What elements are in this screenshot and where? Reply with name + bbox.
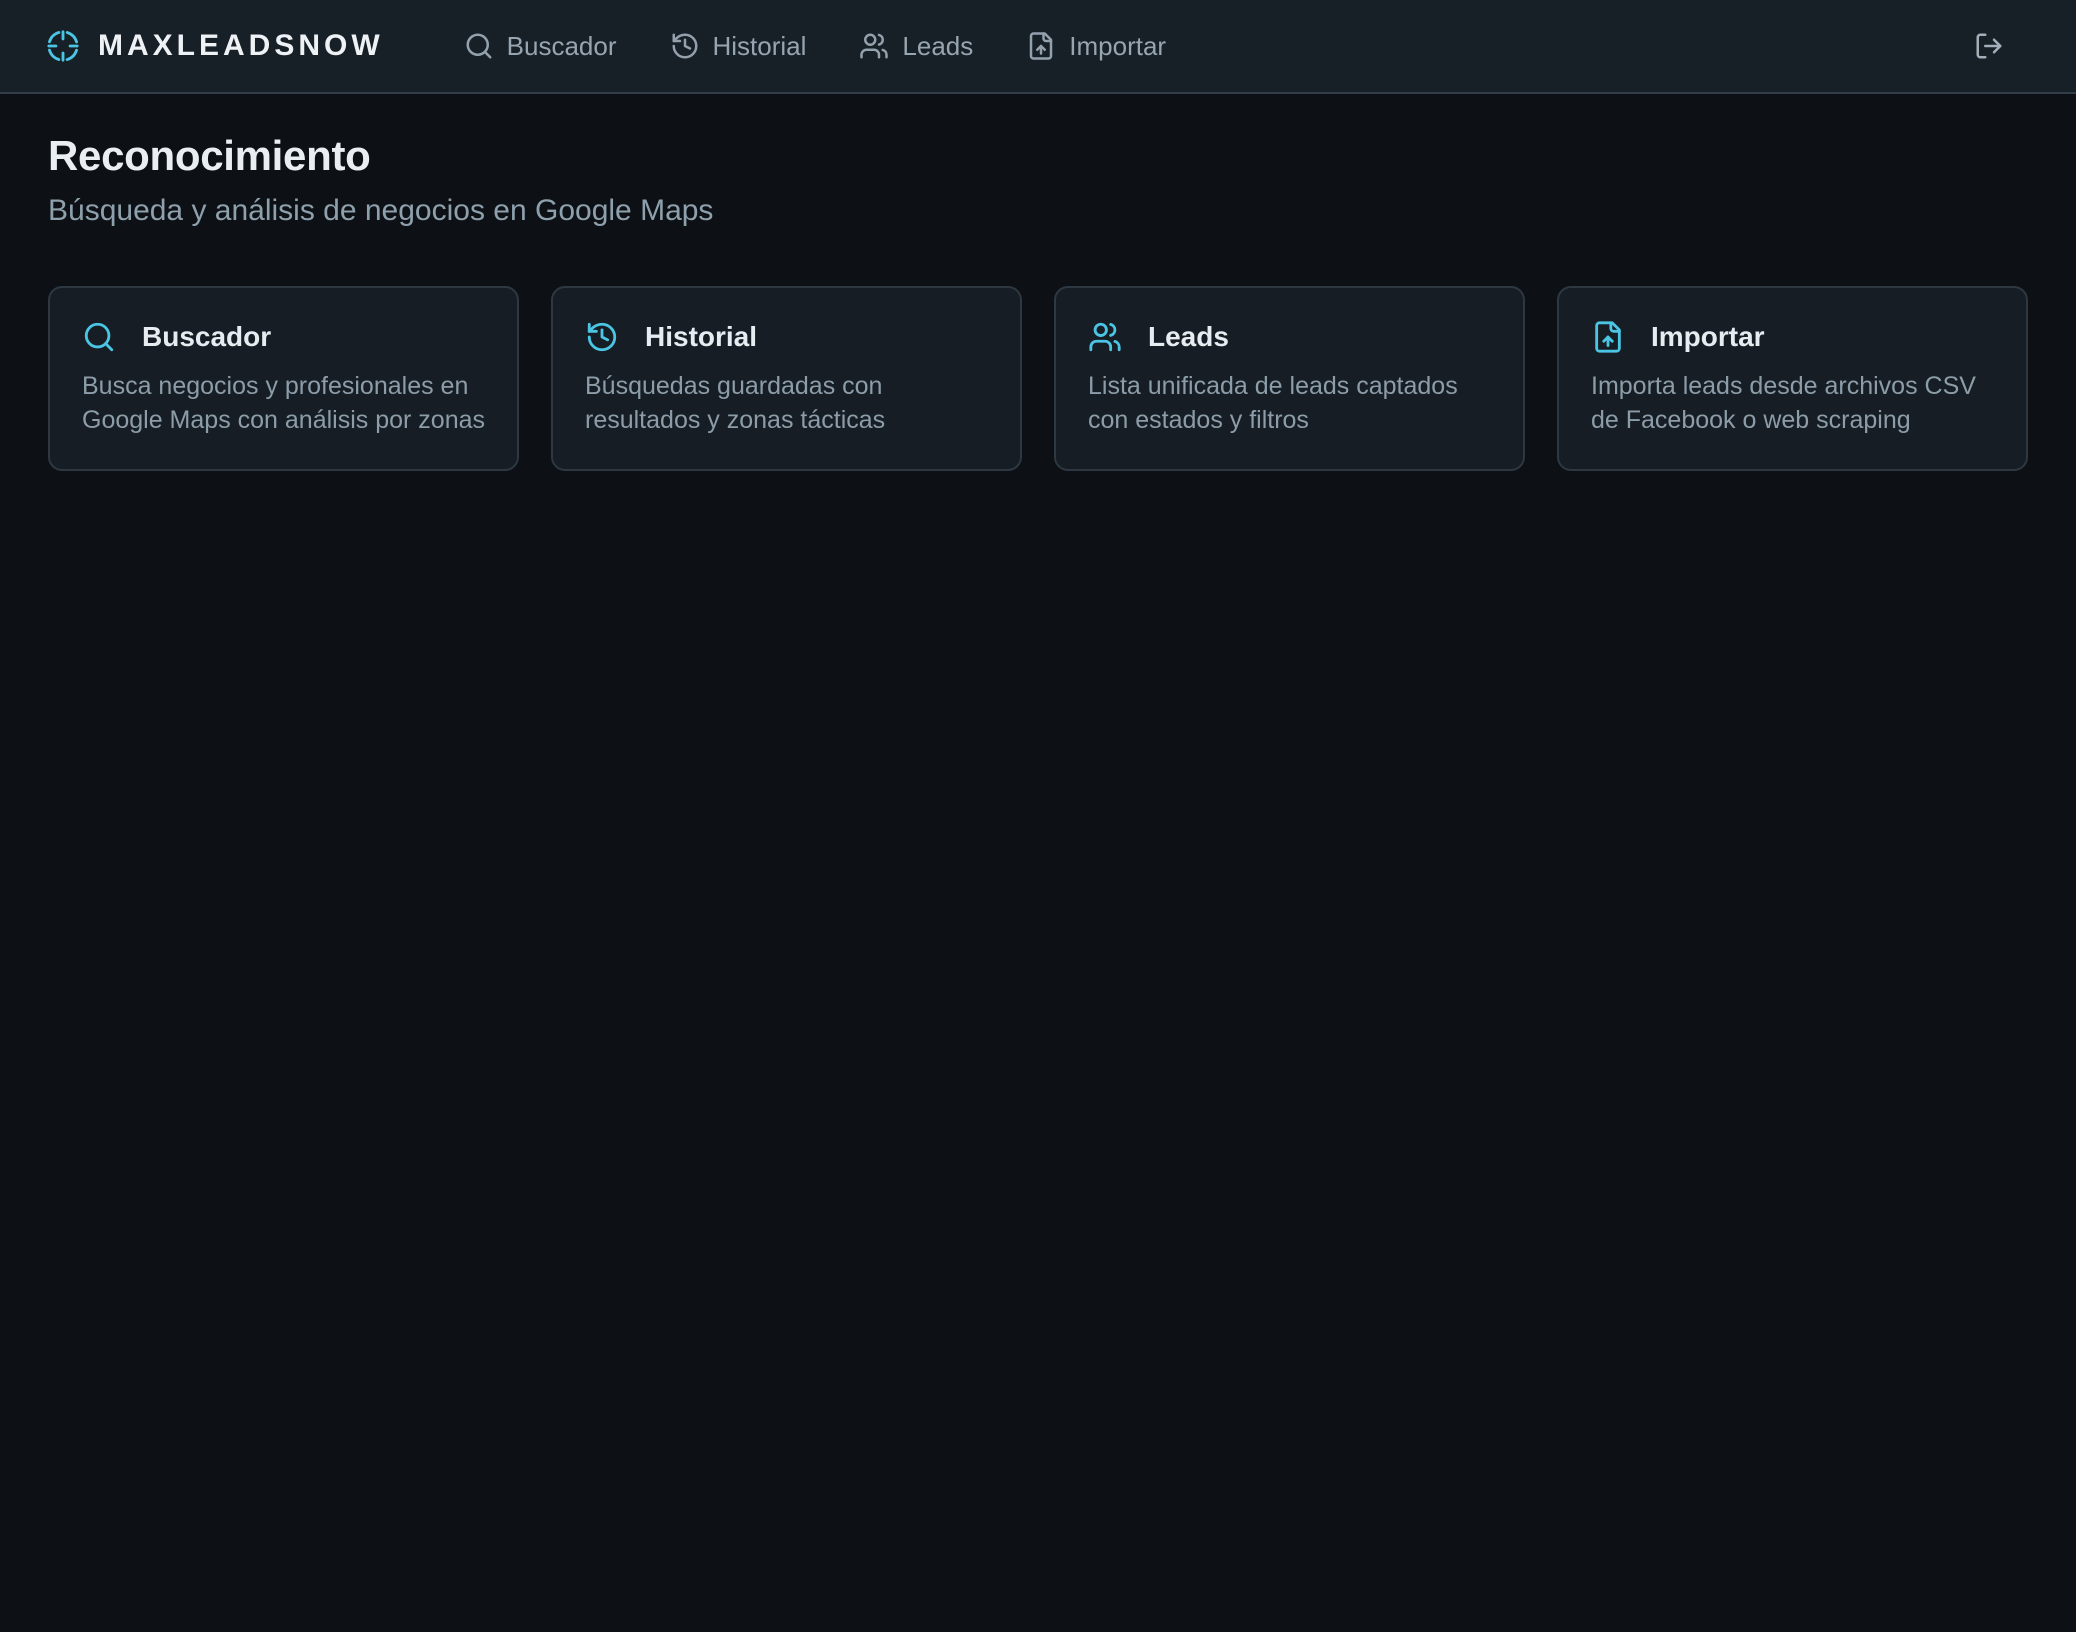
card-historial[interactable]: Historial Búsquedas guardadas con result… xyxy=(551,286,1022,471)
card-header: Leads xyxy=(1088,320,1491,354)
card-buscador[interactable]: Buscador Busca negocios y profesionales … xyxy=(48,286,519,471)
top-nav-bar: MAXLEADSNOW Buscador Historial Leads Imp… xyxy=(0,0,2076,94)
card-header: Buscador xyxy=(82,320,485,354)
nav-item-label: Historial xyxy=(713,31,807,62)
nav-item-historial[interactable]: Historial xyxy=(670,31,807,62)
history-icon xyxy=(585,320,619,354)
card-title: Importar xyxy=(1651,321,1765,353)
file-up-icon xyxy=(1591,320,1625,354)
card-description: Importa leads desde archivos CSV de Face… xyxy=(1591,370,1994,437)
card-header: Importar xyxy=(1591,320,1994,354)
nav-item-label: Importar xyxy=(1069,31,1166,62)
nav-item-label: Leads xyxy=(902,31,973,62)
card-title: Historial xyxy=(645,321,757,353)
search-icon xyxy=(82,320,116,354)
main-content: Reconocimiento Búsqueda y análisis de ne… xyxy=(0,94,2076,471)
card-leads[interactable]: Leads Lista unificada de leads captados … xyxy=(1054,286,1525,471)
nav-item-label: Buscador xyxy=(507,31,617,62)
page-subtitle: Búsqueda y análisis de negocios en Googl… xyxy=(48,194,2028,228)
feature-card-grid: Buscador Busca negocios y profesionales … xyxy=(48,286,2028,471)
users-icon xyxy=(859,31,889,61)
nav-item-leads[interactable]: Leads xyxy=(859,31,973,62)
search-icon xyxy=(464,31,494,61)
nav-item-importar[interactable]: Importar xyxy=(1026,31,1166,62)
logout-button[interactable] xyxy=(1968,25,2010,67)
card-description: Busca negocios y profesionales en Google… xyxy=(82,370,485,437)
history-icon xyxy=(670,31,700,61)
primary-nav: Buscador Historial Leads Importar xyxy=(464,31,1166,62)
card-description: Búsquedas guardadas con resultados y zon… xyxy=(585,370,988,437)
file-up-icon xyxy=(1026,31,1056,61)
card-title: Leads xyxy=(1148,321,1229,353)
nav-item-buscador[interactable]: Buscador xyxy=(464,31,617,62)
log-out-icon xyxy=(1974,31,2004,61)
card-importar[interactable]: Importar Importa leads desde archivos CS… xyxy=(1557,286,2028,471)
brand-name: MAXLEADSNOW xyxy=(98,29,384,63)
page-title: Reconocimiento xyxy=(48,132,2028,180)
card-description: Lista unificada de leads captados con es… xyxy=(1088,370,1491,437)
brand-logo[interactable]: MAXLEADSNOW xyxy=(46,29,384,63)
card-header: Historial xyxy=(585,320,988,354)
crosshair-logo-icon xyxy=(46,29,80,63)
card-title: Buscador xyxy=(142,321,271,353)
users-icon xyxy=(1088,320,1122,354)
